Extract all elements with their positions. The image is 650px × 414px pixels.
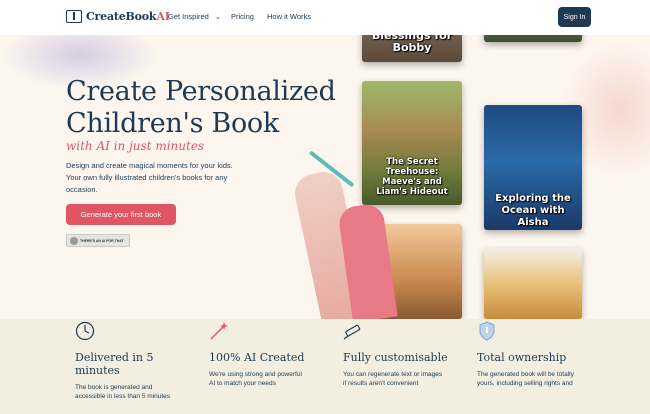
- magic-wand-icon: [210, 322, 228, 340]
- hero-description: Design and create magical moments for yo…: [66, 161, 233, 194]
- feature-ai-created: 100% AI Created We're using strong and p…: [209, 322, 329, 388]
- clock-icon: [75, 321, 95, 341]
- book-title: The Secret Treehouse: Maeve's and Liam's…: [376, 157, 448, 197]
- hero-title: Create Personalized Children's Book: [66, 76, 336, 139]
- chevron-down-icon: ⌄: [214, 13, 221, 21]
- nav-get-inspired-label: Get Inspired: [168, 12, 209, 21]
- book-cover[interactable]: [484, 248, 582, 319]
- feature-title: 100% AI Created: [209, 351, 305, 364]
- feature-title: Fully customisable: [343, 351, 448, 364]
- shield-icon: [479, 321, 495, 341]
- feature-text: You can regenerate text or images if res…: [343, 371, 443, 387]
- site-header: CreateBookAI Get Inspired ⌄ Pricing How …: [0, 0, 650, 35]
- nav-how-it-works[interactable]: How it Works: [267, 12, 311, 21]
- badge-logo-icon: [70, 236, 78, 245]
- book-title: Exploring the Ocean with Aisha: [495, 193, 571, 228]
- nav-get-inspired[interactable]: Get Inspired ⌄: [168, 12, 221, 21]
- feature-delivered: Delivered in 5 minutes The book is gener…: [75, 321, 195, 401]
- feature-ownership: Total ownership The generated book will …: [477, 321, 597, 388]
- feature-text: The generated book will be totally yours…: [477, 371, 574, 387]
- ai-for-that-badge[interactable]: THERE'S AN AI FOR THAT: [66, 234, 130, 247]
- generate-book-button[interactable]: Generate your first book: [66, 204, 176, 225]
- logo[interactable]: CreateBookAI: [66, 10, 170, 23]
- logo-text: CreateBookAI: [86, 10, 170, 23]
- feature-text: The book is generated and accessible in …: [75, 384, 171, 400]
- nav-pricing[interactable]: Pricing: [231, 12, 254, 21]
- hero-subtitle: with AI in just minutes: [66, 139, 205, 153]
- feature-text: We're using strong and powerful AI to ma…: [209, 371, 302, 387]
- book-cover-secret-treehouse[interactable]: The Secret Treehouse: Maeve's and Liam's…: [362, 81, 462, 205]
- sign-in-button[interactable]: Sign In: [558, 7, 591, 27]
- pencil-icon: [343, 324, 361, 340]
- book-cover-exploring-ocean[interactable]: Exploring the Ocean with Aisha: [484, 105, 582, 230]
- feature-customisable: Fully customisable You can regenerate te…: [343, 324, 463, 388]
- badge-text: THERE'S AN AI FOR THAT: [80, 238, 124, 243]
- feature-title: Total ownership: [477, 351, 567, 364]
- feature-title: Delivered in 5 minutes: [75, 351, 154, 377]
- book-logo-icon: [66, 10, 82, 23]
